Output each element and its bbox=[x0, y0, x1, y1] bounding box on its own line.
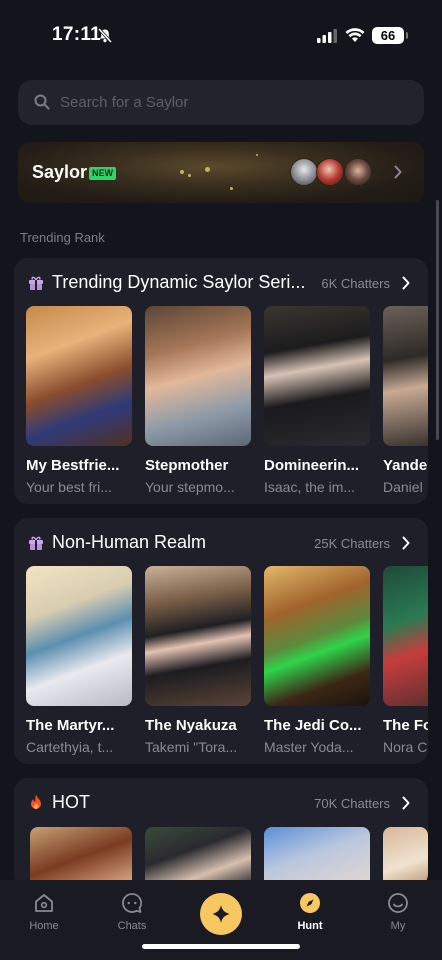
section-card: Non-Human Realm 25K Chatters The Martyr.… bbox=[14, 518, 428, 764]
banner-title: Saylor bbox=[32, 162, 88, 182]
nav-my-label: My bbox=[390, 920, 406, 932]
chevron-right-icon[interactable] bbox=[402, 276, 410, 290]
status-bar: 17:11 66 bbox=[0, 0, 442, 70]
gift-icon bbox=[29, 536, 43, 550]
character-name: The Fo bbox=[383, 717, 428, 734]
character-name: Yande bbox=[383, 457, 428, 474]
nav-hunt[interactable]: Hunt bbox=[280, 892, 340, 932]
character-image bbox=[26, 566, 132, 706]
section-title[interactable]: HOT bbox=[52, 792, 90, 813]
new-badge: NEW bbox=[89, 167, 116, 180]
nav-chats-label: Chats bbox=[117, 920, 147, 932]
section-card: Trending Dynamic Saylor Seri... 6K Chatt… bbox=[14, 258, 428, 504]
home-icon bbox=[35, 894, 53, 912]
status-time: 17:11 bbox=[52, 24, 102, 45]
nav-hunt-label: Hunt bbox=[297, 920, 323, 932]
wifi-icon bbox=[345, 28, 365, 42]
chat-bubble-icon bbox=[122, 893, 143, 913]
nav-home[interactable]: Home bbox=[14, 892, 74, 932]
section-title[interactable]: Trending Dynamic Saylor Seri... bbox=[52, 272, 305, 293]
character-description: Your stepmo... bbox=[145, 479, 235, 495]
character-image[interactable] bbox=[30, 827, 132, 887]
character-card[interactable]: Stepmother Your stepmo... bbox=[145, 306, 251, 495]
nav-my[interactable]: My bbox=[368, 892, 428, 932]
chevron-right-icon[interactable] bbox=[402, 796, 410, 810]
character-card[interactable]: My Bestfrie... Your best fri... bbox=[26, 306, 132, 495]
create-button[interactable] bbox=[200, 893, 242, 935]
gift-icon bbox=[29, 276, 43, 290]
character-name: My Bestfrie... bbox=[26, 457, 120, 474]
bell-muted-icon bbox=[98, 28, 112, 43]
fire-icon bbox=[31, 794, 41, 809]
character-card[interactable]: The Martyr... Cartethyia, t... bbox=[26, 566, 132, 755]
character-card[interactable]: Yande Daniel bbox=[383, 306, 428, 495]
character-description: Isaac, the im... bbox=[264, 479, 356, 495]
chevron-right-icon bbox=[394, 165, 402, 179]
cell-signal-icon bbox=[317, 29, 337, 43]
section-card: HOT 70K Chatters bbox=[14, 778, 428, 888]
character-card[interactable]: The Jedi Co... Master Yoda... bbox=[264, 566, 370, 755]
character-image bbox=[264, 306, 370, 446]
scrollbar[interactable] bbox=[436, 200, 439, 440]
character-image bbox=[383, 306, 428, 446]
sparkle-decoration bbox=[188, 174, 191, 177]
character-image[interactable] bbox=[383, 827, 428, 887]
sparkle-icon bbox=[212, 905, 230, 923]
saylor-banner[interactable]: Saylor NEW bbox=[18, 142, 424, 203]
character-name: Domineerin... bbox=[264, 457, 360, 474]
character-image bbox=[26, 306, 132, 446]
sparkle-decoration bbox=[205, 167, 210, 172]
search-input[interactable] bbox=[60, 80, 410, 125]
nav-home-label: Home bbox=[29, 920, 59, 932]
character-description: Nora C bbox=[383, 739, 428, 755]
avatar bbox=[316, 158, 344, 186]
chevron-right-icon[interactable] bbox=[402, 536, 410, 550]
avatar bbox=[344, 158, 372, 186]
search-bar[interactable] bbox=[18, 80, 424, 125]
nav-chats[interactable]: Chats bbox=[102, 892, 162, 932]
character-image[interactable] bbox=[145, 827, 251, 887]
character-image[interactable] bbox=[264, 827, 370, 887]
chatters-count: 25K Chatters bbox=[314, 536, 390, 551]
compass-icon bbox=[300, 893, 320, 913]
avatar bbox=[290, 158, 318, 186]
character-description: Master Yoda... bbox=[264, 739, 354, 755]
character-description: Takemi "Tora... bbox=[145, 739, 238, 755]
character-description: Your best fri... bbox=[26, 479, 112, 495]
trending-rank-label: Trending Rank bbox=[20, 230, 105, 245]
home-indicator bbox=[142, 944, 300, 949]
character-name: The Nyakuza bbox=[145, 717, 237, 734]
character-name: The Jedi Co... bbox=[264, 717, 362, 734]
character-card[interactable]: The Nyakuza Takemi "Tora... bbox=[145, 566, 251, 755]
character-card[interactable]: Domineerin... Isaac, the im... bbox=[264, 306, 370, 495]
sparkle-decoration bbox=[230, 187, 233, 190]
character-image bbox=[145, 566, 251, 706]
chatters-count: 6K Chatters bbox=[321, 276, 390, 291]
smiley-face-icon bbox=[388, 893, 408, 913]
search-icon bbox=[34, 94, 50, 110]
section-title[interactable]: Non-Human Realm bbox=[52, 532, 206, 553]
character-card[interactable]: The Fo Nora C bbox=[383, 566, 428, 755]
character-image bbox=[264, 566, 370, 706]
sparkle-decoration bbox=[256, 154, 258, 156]
chatters-count: 70K Chatters bbox=[314, 796, 390, 811]
character-description: Cartethyia, t... bbox=[26, 739, 114, 755]
sparkle-decoration bbox=[180, 170, 184, 174]
battery-indicator: 66 bbox=[372, 27, 408, 44]
bottom-nav: Home Chats Hunt My bbox=[0, 880, 442, 960]
character-name: Stepmother bbox=[145, 457, 229, 474]
character-image bbox=[145, 306, 251, 446]
character-name: The Martyr... bbox=[26, 717, 115, 734]
character-image bbox=[383, 566, 428, 706]
character-description: Daniel bbox=[383, 479, 423, 495]
